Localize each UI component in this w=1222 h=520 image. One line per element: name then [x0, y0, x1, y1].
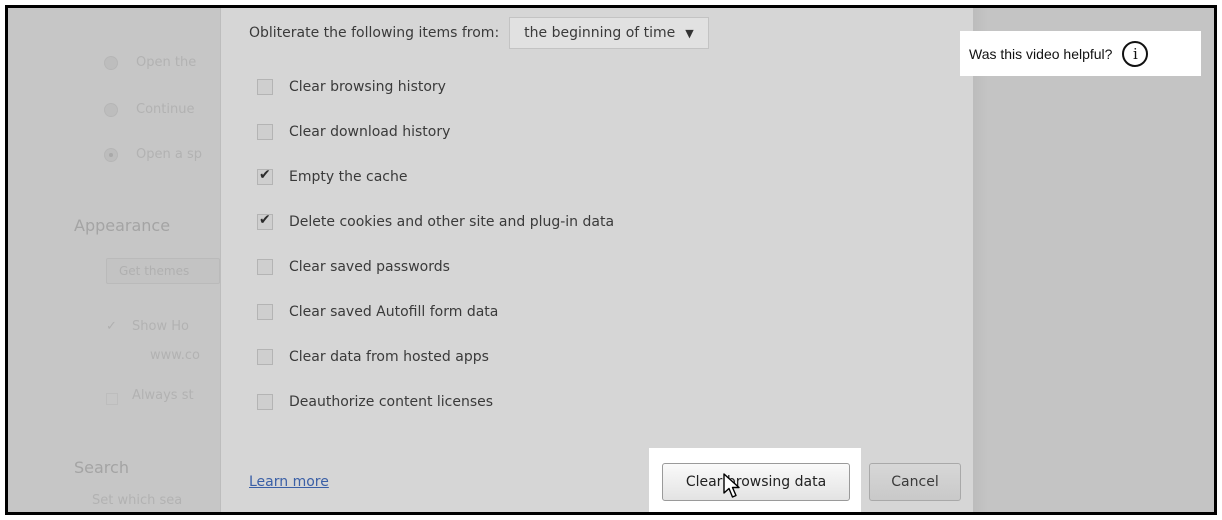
learn-more-link[interactable]: Learn more — [249, 474, 329, 490]
background-item: Open a sp — [136, 147, 202, 162]
option-empty-cache[interactable]: Empty the cache — [257, 154, 614, 199]
get-themes-button: Get themes — [106, 258, 220, 284]
background-item: Set which sea — [92, 493, 183, 508]
background-check-icon: ✓ — [106, 319, 117, 334]
option-clear-browsing-history[interactable]: Clear browsing history — [257, 64, 614, 109]
clear-browsing-data-button[interactable]: Clear browsing data — [662, 463, 850, 501]
background-right — [988, 8, 1214, 512]
option-deauthorize-licenses[interactable]: Deauthorize content licenses — [257, 379, 614, 424]
background-radio — [104, 148, 118, 162]
option-delete-cookies[interactable]: Delete cookies and other site and plug-i… — [257, 199, 614, 244]
dialog-shadow — [974, 8, 988, 512]
options-list: Clear browsing history Clear download hi… — [257, 64, 614, 424]
dropdown-arrow-icon: ▼ — [685, 26, 694, 40]
time-range-select[interactable]: the beginning of time ▼ — [509, 17, 709, 49]
time-range-row: Obliterate the following items from: the… — [249, 17, 709, 49]
checkbox[interactable] — [257, 123, 273, 140]
appearance-heading: Appearance — [74, 216, 171, 235]
option-label: Clear saved Autofill form data — [289, 303, 499, 320]
option-clear-saved-passwords[interactable]: Clear saved passwords — [257, 244, 614, 289]
option-clear-hosted-apps[interactable]: Clear data from hosted apps — [257, 334, 614, 379]
video-frame: Open the Continue Open a sp Appearance G… — [5, 5, 1217, 515]
helpful-text: Was this video helpful? — [969, 45, 1113, 62]
cancel-button[interactable]: Cancel — [869, 463, 961, 501]
option-label: Delete cookies and other site and plug-i… — [289, 213, 615, 230]
checkbox[interactable] — [257, 393, 273, 410]
video-helpful-prompt[interactable]: Was this video helpful? i — [960, 31, 1201, 76]
checkbox[interactable] — [257, 348, 273, 365]
background-settings-page: Open the Continue Open a sp Appearance G… — [8, 8, 220, 512]
background-checkbox — [106, 393, 118, 405]
time-range-value: the beginning of time — [524, 25, 676, 41]
background-item: Always st — [132, 388, 194, 403]
obliterate-label: Obliterate the following items from: — [249, 25, 500, 41]
option-label: Empty the cache — [289, 168, 408, 185]
background-item: Continue — [136, 102, 195, 117]
info-icon[interactable]: i — [1122, 40, 1149, 67]
search-heading: Search — [74, 458, 129, 477]
background-item: Open the — [136, 55, 197, 70]
option-clear-autofill[interactable]: Clear saved Autofill form data — [257, 289, 614, 334]
background-item: Show Ho — [132, 319, 189, 334]
checkbox-checked[interactable] — [257, 212, 273, 230]
option-label: Clear download history — [289, 123, 451, 140]
background-item: www.co — [150, 348, 200, 363]
option-label: Deauthorize content licenses — [289, 393, 494, 410]
option-clear-download-history[interactable]: Clear download history — [257, 109, 614, 154]
background-radio — [104, 103, 118, 117]
option-label: Clear data from hosted apps — [289, 348, 489, 365]
checkbox-checked[interactable] — [257, 167, 273, 185]
option-label: Clear saved passwords — [289, 258, 450, 275]
background-radio — [104, 56, 118, 70]
checkbox[interactable] — [257, 303, 273, 320]
checkbox[interactable] — [257, 258, 273, 275]
clear-browsing-data-dialog: Obliterate the following items from: the… — [220, 8, 974, 512]
option-label: Clear browsing history — [289, 78, 446, 95]
checkbox[interactable] — [257, 78, 273, 95]
